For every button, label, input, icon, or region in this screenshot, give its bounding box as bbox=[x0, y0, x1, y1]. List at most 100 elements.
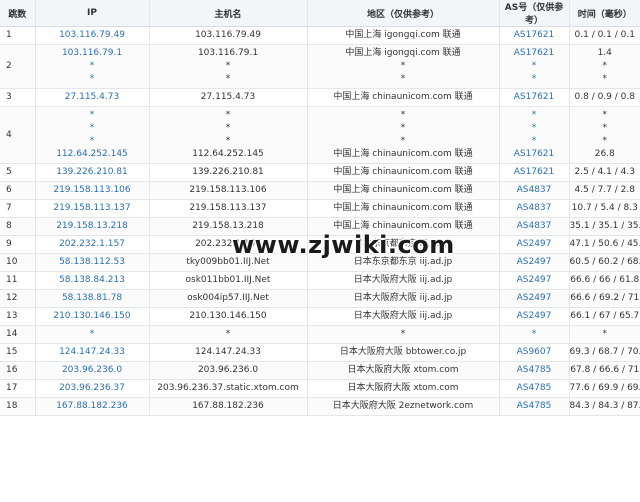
ip-cell-line[interactable]: 103.116.79.49 bbox=[36, 29, 149, 42]
as-cell-line[interactable]: AS17621 bbox=[500, 91, 569, 104]
location-cell-line: 日本大阪府大阪 xtom.com bbox=[347, 383, 459, 393]
ip-cell-line[interactable]: 210.130.146.150 bbox=[36, 310, 149, 323]
ip-cell-line[interactable]: 219.158.13.218 bbox=[36, 220, 149, 233]
hop-cell: 5 bbox=[0, 163, 36, 182]
hostname-cell-line: 103.116.79.49 bbox=[195, 30, 261, 40]
time-cell: * bbox=[569, 325, 640, 344]
ip-cell-line[interactable]: 58.138.81.78 bbox=[36, 292, 149, 305]
ip-cell-line: * bbox=[89, 136, 95, 146]
location-cell-line: 日本东京都东京 iij.ad.jp bbox=[353, 239, 453, 249]
ip-cell-line[interactable]: 203.96.236.37 bbox=[36, 382, 149, 395]
hostname-cell-line: osk011bb01.IIJ.Net bbox=[185, 275, 271, 285]
ip-cell-line[interactable]: 167.88.182.236 bbox=[36, 400, 149, 413]
time-cell-line: 77.6 / 69.9 / 69.7 bbox=[569, 383, 640, 393]
location-cell-line: 日本大阪府大阪 xtom.com bbox=[347, 365, 459, 375]
hop-cell: 15 bbox=[0, 343, 36, 362]
ip-cell-line[interactable]: 219.158.113.106 bbox=[36, 184, 149, 197]
time-cell-line: * bbox=[602, 74, 608, 84]
hostname-cell: * bbox=[149, 325, 308, 344]
time-cell: 67.8 / 66.6 / 71 bbox=[569, 361, 640, 380]
as-cell-line[interactable]: AS4837 bbox=[500, 184, 569, 197]
ip-cell-line[interactable]: 203.96.236.0 bbox=[36, 364, 149, 377]
as-cell-line[interactable]: AS4785 bbox=[500, 364, 569, 377]
time-cell-line: 4.5 / 7.7 / 2.8 bbox=[574, 185, 635, 195]
ip-cell-line[interactable]: 58.138.84.213 bbox=[36, 274, 149, 287]
hostname-cell: 27.115.4.73 bbox=[149, 88, 308, 107]
hostname-cell-line: tky009bb01.IIJ.Net bbox=[186, 257, 270, 267]
as-cell: AS2497 bbox=[499, 253, 570, 272]
location-cell-line: 中国上海 chinaunicom.com 联通 bbox=[333, 149, 473, 159]
ip-cell-line[interactable]: 124.147.24.33 bbox=[36, 346, 149, 359]
hop-cell: 9 bbox=[0, 235, 36, 254]
time-cell-line: 0.8 / 0.9 / 0.8 bbox=[574, 92, 635, 102]
hostname-cell: 219.158.13.218 bbox=[149, 217, 308, 236]
table-row: 10 58.138.112.53 tky009bb01.IIJ.Net 日本东京都东京… bbox=[0, 253, 640, 272]
as-cell-line[interactable]: AS2497 bbox=[500, 310, 569, 323]
ip-cell-line[interactable]: 103.116.79.1 bbox=[36, 47, 149, 60]
ip-cell-line[interactable]: 58.138.112.53 bbox=[36, 256, 149, 269]
as-cell-line[interactable]: AS2497 bbox=[500, 274, 569, 287]
location-cell: 日本大阪府大阪 bbtower.co.jp bbox=[307, 343, 500, 362]
ip-cell-line[interactable]: 112.64.252.145 bbox=[36, 148, 149, 161]
ip-cell-line[interactable]: 27.115.4.73 bbox=[36, 91, 149, 104]
hostname-cell-line: 202.232.1.157 bbox=[195, 239, 261, 249]
hostname-cell-line: osk004ip57.IIJ.Net bbox=[187, 293, 269, 303]
as-cell-line[interactable]: AS17621 bbox=[500, 29, 569, 42]
table-row: 9 202.232.1.157 202.232.1.157 日本东京都东京 iij.a… bbox=[0, 235, 640, 254]
hostname-cell: 203.96.236.0 bbox=[149, 361, 308, 380]
time-cell: 10.7 / 5.4 / 8.3 bbox=[569, 199, 640, 218]
as-cell-line[interactable]: AS4785 bbox=[500, 382, 569, 395]
hostname-cell-line: 210.130.146.150 bbox=[189, 311, 267, 321]
hostname-cell-line: 103.116.79.1 bbox=[197, 48, 259, 58]
hop-cell: 3 bbox=[0, 88, 36, 107]
ip-cell: 203.96.236.0 bbox=[35, 361, 150, 380]
ip-cell: 219.158.113.137 bbox=[35, 199, 150, 218]
as-cell-line[interactable]: AS2497 bbox=[500, 292, 569, 305]
ip-cell-line[interactable]: 219.158.113.137 bbox=[36, 202, 149, 215]
table-row: 1 103.116.79.49 103.116.79.49 中国上海 igongqi.… bbox=[0, 26, 640, 45]
ip-cell: 203.96.236.37 bbox=[35, 379, 150, 398]
ip-cell: 219.158.113.106 bbox=[35, 181, 150, 200]
time-cell: 77.6 / 69.9 / 69.7 bbox=[569, 379, 640, 398]
as-cell: AS17621 bbox=[499, 163, 570, 182]
as-cell: AS4837 bbox=[499, 199, 570, 218]
as-cell-line[interactable]: AS17621 bbox=[500, 166, 569, 179]
as-cell-line[interactable]: AS9607 bbox=[500, 346, 569, 359]
table-row: 18 167.88.182.236 167.88.182.236 日本大阪府大阪 2e… bbox=[0, 397, 640, 416]
time-cell-line: 35.1 / 35.1 / 35.1 bbox=[569, 221, 640, 231]
as-cell: AS2497 bbox=[499, 271, 570, 290]
location-cell: 中国上海 chinaunicom.com 联通 bbox=[307, 88, 500, 107]
traceroute-table: 跳数 IP 主机名 地区（仅供参考） AS号（仅供参考） 时间（毫秒） 1 103… bbox=[0, 0, 640, 416]
time-cell-line: 2.5 / 4.1 / 4.3 bbox=[574, 167, 635, 177]
as-cell: AS4785 bbox=[499, 379, 570, 398]
hostname-cell: 167.88.182.236 bbox=[149, 397, 308, 416]
as-cell: * * * AS17621 bbox=[499, 106, 570, 164]
hostname-cell: osk011bb01.IIJ.Net bbox=[149, 271, 308, 290]
hostname-cell-line: 139.226.210.81 bbox=[192, 167, 264, 177]
hop-cell: 4 bbox=[0, 106, 36, 164]
time-cell-line: 66.6 / 69.2 / 71 bbox=[570, 293, 640, 303]
hostname-cell: 139.226.210.81 bbox=[149, 163, 308, 182]
as-cell-line[interactable]: AS2497 bbox=[500, 256, 569, 269]
hop-cell: 7 bbox=[0, 199, 36, 218]
as-cell-line[interactable]: AS4837 bbox=[500, 202, 569, 215]
as-cell-line[interactable]: AS4785 bbox=[500, 400, 569, 413]
as-cell: AS2497 bbox=[499, 289, 570, 308]
hop-cell: 11 bbox=[0, 271, 36, 290]
location-cell-line: * bbox=[400, 136, 406, 146]
ip-cell: 202.232.1.157 bbox=[35, 235, 150, 254]
location-cell: 中国上海 igongqi.com 联通 bbox=[307, 26, 500, 45]
time-cell: * * * 26.8 bbox=[569, 106, 640, 164]
as-cell-line[interactable]: AS17621 bbox=[500, 148, 569, 161]
time-cell-line: 47.1 / 50.6 / 45.5 bbox=[569, 239, 640, 249]
table-row: 8 219.158.13.218 219.158.13.218 中国上海 chinau… bbox=[0, 217, 640, 236]
as-cell-line[interactable]: AS2497 bbox=[500, 238, 569, 251]
hostname-cell: 203.96.236.37.static.xtom.com bbox=[149, 379, 308, 398]
time-cell: 66.6 / 66 / 61.8 bbox=[569, 271, 640, 290]
location-cell: 日本东京都东京 iij.ad.jp bbox=[307, 253, 500, 272]
ip-cell-line[interactable]: 202.232.1.157 bbox=[36, 238, 149, 251]
as-cell-line[interactable]: AS4837 bbox=[500, 220, 569, 233]
time-cell-line: * bbox=[602, 110, 608, 120]
as-cell-line[interactable]: AS17621 bbox=[500, 47, 569, 60]
ip-cell-line[interactable]: 139.226.210.81 bbox=[36, 166, 149, 179]
